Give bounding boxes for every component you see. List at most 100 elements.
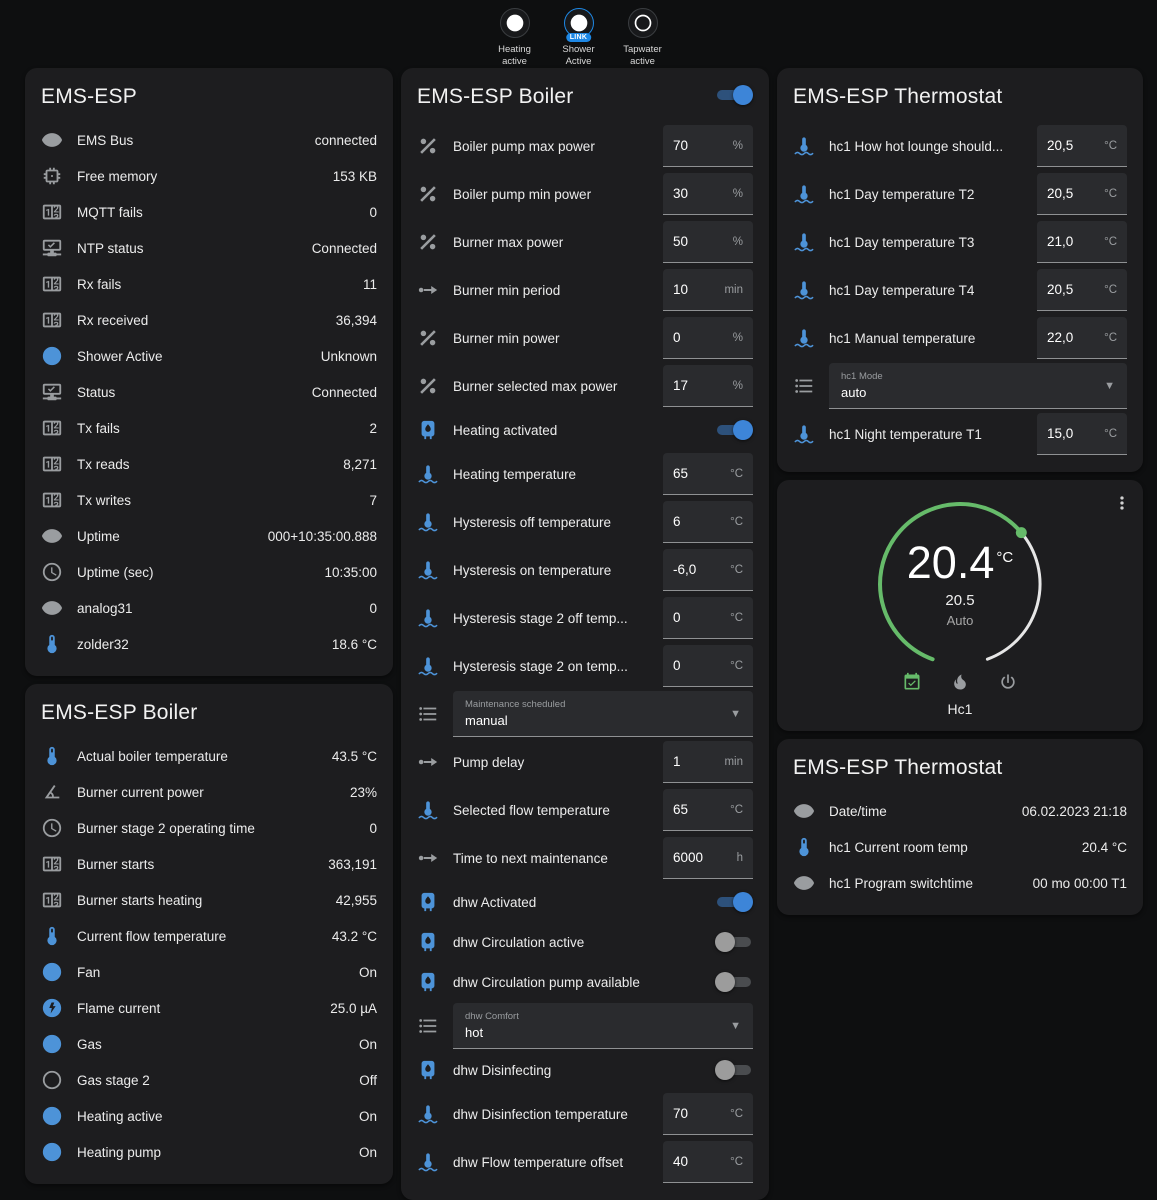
entity-row[interactable]: Flame current25.0 µA	[41, 990, 377, 1026]
number-input[interactable]: 65°C	[663, 789, 753, 831]
entity-row[interactable]: Heating temperature65°C	[417, 450, 753, 498]
entity-row[interactable]: Tx writes7	[41, 482, 377, 518]
entity-row[interactable]: Rx fails11	[41, 266, 377, 302]
entity-row[interactable]: Burner max power50%	[417, 218, 753, 266]
entity-row[interactable]: Burner current power23%	[41, 774, 377, 810]
state-badge[interactable]: Tapwateractive	[615, 8, 671, 68]
state-badge[interactable]: Heatingactive	[487, 8, 543, 68]
select-input[interactable]: Maintenance scheduledmanual▼	[453, 691, 753, 737]
entity-row[interactable]: Rx received36,394	[41, 302, 377, 338]
entity-row[interactable]: Shower ActiveUnknown	[41, 338, 377, 374]
toggle-switch[interactable]	[715, 420, 753, 440]
entity-row[interactable]: Heating activated	[417, 410, 753, 450]
number-input[interactable]: 0°C	[663, 645, 753, 687]
number-input[interactable]: 15,0°C	[1037, 413, 1127, 455]
entity-row[interactable]: zolder3218.6 °C	[41, 626, 377, 662]
number-input[interactable]: 0°C	[663, 597, 753, 639]
number-input[interactable]: 21,0°C	[1037, 221, 1127, 263]
number-input[interactable]: 6°C	[663, 501, 753, 543]
toggle-switch[interactable]	[715, 1060, 753, 1080]
number-input[interactable]: 20,5°C	[1037, 125, 1127, 167]
entity-row[interactable]: Tx reads8,271	[41, 446, 377, 482]
number-input[interactable]: 70%	[663, 125, 753, 167]
entity-row[interactable]: Burner starts363,191	[41, 846, 377, 882]
entity-row[interactable]: dhw Flow temperature offset40°C	[417, 1138, 753, 1186]
entity-row[interactable]: FanOn	[41, 954, 377, 990]
entity-row[interactable]: Actual boiler temperature43.5 °C	[41, 738, 377, 774]
number-input[interactable]: 17%	[663, 365, 753, 407]
entity-row[interactable]: dhw Disinfecting	[417, 1050, 753, 1090]
entity-row[interactable]: Boiler pump min power30%	[417, 170, 753, 218]
entity-row[interactable]: MQTT fails0	[41, 194, 377, 230]
state-badge[interactable]: LINK ShowerActive	[551, 8, 607, 68]
entity-row[interactable]: Hysteresis stage 2 on temp...0°C	[417, 642, 753, 690]
entity-row[interactable]: Selected flow temperature65°C	[417, 786, 753, 834]
number-input[interactable]: 20,5°C	[1037, 269, 1127, 311]
entity-row[interactable]: Current flow temperature43.2 °C	[41, 918, 377, 954]
entity-row[interactable]: hc1 Current room temp20.4 °C	[793, 829, 1127, 865]
more-options-icon[interactable]	[1109, 490, 1135, 516]
entity-row[interactable]: dhw Disinfection temperature70°C	[417, 1090, 753, 1138]
entity-row[interactable]: Pump delay1min	[417, 738, 753, 786]
entity-row[interactable]: Burner stage 2 operating time0	[41, 810, 377, 846]
entity-row[interactable]: Tx fails2	[41, 410, 377, 446]
entity-row[interactable]: Gas stage 2Off	[41, 1062, 377, 1098]
entity-row[interactable]: Hysteresis off temperature6°C	[417, 498, 753, 546]
number-input[interactable]: 6000h	[663, 837, 753, 879]
entity-row[interactable]: Burner min period10min	[417, 266, 753, 314]
entity-row[interactable]: hc1 Day temperature T420,5°C	[793, 266, 1127, 314]
entity-row[interactable]: Hysteresis stage 2 off temp...0°C	[417, 594, 753, 642]
number-input[interactable]: 10min	[663, 269, 753, 311]
calendar-check-icon[interactable]	[901, 672, 923, 692]
number-input[interactable]: -6,0°C	[663, 549, 753, 591]
number-input[interactable]: 22,0°C	[1037, 317, 1127, 359]
entity-row[interactable]: hc1 Manual temperature22,0°C	[793, 314, 1127, 362]
entity-row[interactable]: analog310	[41, 590, 377, 626]
entity-row[interactable]: Uptime000+10:35:00.888	[41, 518, 377, 554]
entity-row[interactable]: Hysteresis on temperature-6,0°C	[417, 546, 753, 594]
entity-row[interactable]: Date/time06.02.2023 21:18	[793, 793, 1127, 829]
number-input[interactable]: 70°C	[663, 1093, 753, 1135]
entity-row[interactable]: dhw Circulation active	[417, 922, 753, 962]
entity-row[interactable]: hc1 How hot lounge should...20,5°C	[793, 122, 1127, 170]
entity-row[interactable]: hc1 Night temperature T115,0°C	[793, 410, 1127, 458]
percent-icon	[417, 375, 439, 397]
number-input[interactable]: 0%	[663, 317, 753, 359]
entity-row[interactable]: Maintenance scheduledmanual▼	[417, 690, 753, 738]
number-input[interactable]: 40°C	[663, 1141, 753, 1183]
entity-row[interactable]: Heating activeOn	[41, 1098, 377, 1134]
entity-row[interactable]: Burner starts heating42,955	[41, 882, 377, 918]
entity-row[interactable]: NTP statusConnected	[41, 230, 377, 266]
entity-row[interactable]: Time to next maintenance6000h	[417, 834, 753, 882]
entity-row[interactable]: dhw Circulation pump available	[417, 962, 753, 1002]
number-input[interactable]: 50%	[663, 221, 753, 263]
entity-row[interactable]: hc1 Day temperature T321,0°C	[793, 218, 1127, 266]
entity-row[interactable]: hc1 Modeauto▼	[793, 362, 1127, 410]
number-input[interactable]: 20,5°C	[1037, 173, 1127, 215]
entity-row[interactable]: hc1 Day temperature T220,5°C	[793, 170, 1127, 218]
entity-row[interactable]: Burner selected max power17%	[417, 362, 753, 410]
select-input[interactable]: dhw Comforthot▼	[453, 1003, 753, 1049]
boiler-card-toggle[interactable]	[715, 85, 753, 105]
entity-row[interactable]: StatusConnected	[41, 374, 377, 410]
entity-row[interactable]: GasOn	[41, 1026, 377, 1062]
number-input[interactable]: 65°C	[663, 453, 753, 495]
number-input[interactable]: 30%	[663, 173, 753, 215]
entity-row[interactable]: dhw Activated	[417, 882, 753, 922]
power-icon[interactable]	[997, 672, 1019, 692]
entity-row[interactable]: Burner min power0%	[417, 314, 753, 362]
entity-row[interactable]: dhw Comforthot▼	[417, 1002, 753, 1050]
toggle-switch[interactable]	[715, 972, 753, 992]
entity-row[interactable]: Uptime (sec)10:35:00	[41, 554, 377, 590]
entity-row[interactable]: EMS Busconnected	[41, 122, 377, 158]
fire-icon[interactable]	[949, 672, 971, 692]
toggle-switch[interactable]	[715, 932, 753, 952]
toggle-switch[interactable]	[715, 892, 753, 912]
entity-row[interactable]: Boiler pump max power70%	[417, 122, 753, 170]
entity-row[interactable]: hc1 Program switchtime00 mo 00:00 T1	[793, 865, 1127, 901]
thermostat-dial[interactable]: 20.4°C 20.5 Auto	[865, 494, 1055, 672]
number-input[interactable]: 1min	[663, 741, 753, 783]
entity-row[interactable]: Heating pumpOn	[41, 1134, 377, 1170]
entity-row[interactable]: Free memory153 KB	[41, 158, 377, 194]
select-input[interactable]: hc1 Modeauto▼	[829, 363, 1127, 409]
